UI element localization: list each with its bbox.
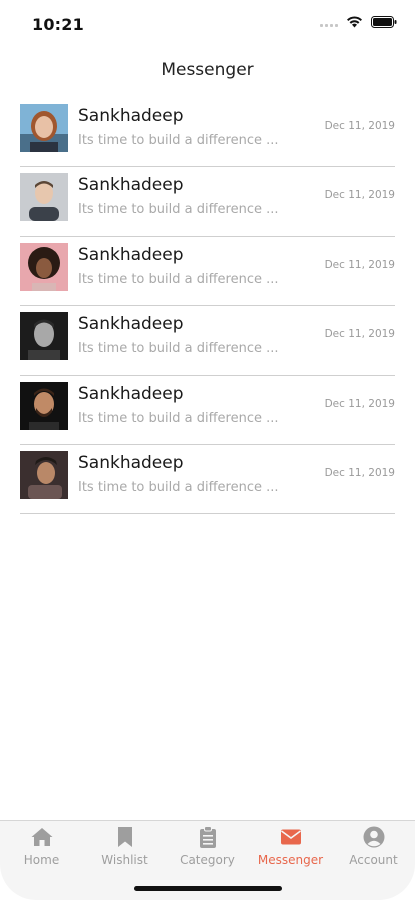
conversation-list: Sankhadeep Its time to build a differenc… xyxy=(20,98,395,515)
conversation-row[interactable]: Sankhadeep Its time to build a differenc… xyxy=(20,98,395,168)
conversation-name: Sankhadeep xyxy=(78,383,184,404)
battery-icon xyxy=(371,16,397,28)
tab-label: Home xyxy=(23,853,60,867)
home-icon xyxy=(31,828,52,846)
avatar-man-bw-icon xyxy=(20,312,68,361)
envelope-icon xyxy=(280,829,301,845)
user-circle-icon xyxy=(363,826,384,848)
conversation-date: Dec 11, 2019 xyxy=(324,189,395,202)
signal-icon xyxy=(320,17,338,27)
conversation-name: Sankhadeep xyxy=(78,452,184,473)
conversation-row[interactable]: Sankhadeep Its time to build a differenc… xyxy=(20,167,395,237)
conversation-date: Dec 11, 2019 xyxy=(324,397,395,410)
tab-home[interactable]: Home xyxy=(0,825,83,867)
status-bar: 10:21 xyxy=(0,0,415,48)
avatar-woman-curly-icon xyxy=(20,242,68,291)
bookmark-icon xyxy=(117,827,132,847)
page-title: Messenger xyxy=(161,60,254,80)
conversation-preview: Its time to build a difference ... xyxy=(78,341,279,357)
conversation-name: Sankhadeep xyxy=(78,244,184,265)
conversation-date: Dec 11, 2019 xyxy=(324,258,395,271)
conversation-row[interactable]: Sankhadeep Its time to build a differenc… xyxy=(20,376,395,445)
tab-messenger[interactable]: Messenger xyxy=(249,825,332,867)
conversation-name: Sankhadeep xyxy=(78,175,184,196)
conversation-preview: Its time to build a difference ... xyxy=(78,271,279,287)
status-icons xyxy=(320,16,397,28)
conversation-preview: Its time to build a difference ... xyxy=(78,410,279,426)
tab-category[interactable]: Category xyxy=(166,825,249,867)
tab-label: Wishlist xyxy=(101,853,148,867)
conversation-date: Dec 11, 2019 xyxy=(324,328,395,341)
tab-label: Category xyxy=(180,853,235,867)
tab-account[interactable]: Account xyxy=(332,825,415,867)
avatar-man-icon xyxy=(20,173,68,222)
conversation-preview: Its time to build a difference ... xyxy=(78,479,279,495)
home-indicator[interactable] xyxy=(134,886,282,891)
conversation-row[interactable]: Sankhadeep Its time to build a differenc… xyxy=(20,237,395,307)
status-time: 10:21 xyxy=(32,15,84,34)
conversation-preview: Its time to build a difference ... xyxy=(78,202,279,218)
wifi-icon xyxy=(347,16,362,28)
avatar-woman-icon xyxy=(20,104,68,152)
conversation-name: Sankhadeep xyxy=(78,106,184,126)
conversation-row[interactable]: Sankhadeep Its time to build a differenc… xyxy=(20,306,395,376)
conversation-date: Dec 11, 2019 xyxy=(324,120,395,132)
clipboard-icon xyxy=(199,826,216,848)
avatar-man-hat-icon xyxy=(20,450,68,499)
conversation-row[interactable]: Sankhadeep Its time to build a differenc… xyxy=(20,445,395,515)
conversation-name: Sankhadeep xyxy=(78,314,184,335)
avatar-man-beard-icon xyxy=(20,381,68,430)
conversation-preview: Its time to build a difference ... xyxy=(78,133,279,148)
tab-label: Account xyxy=(349,853,398,867)
tab-label: Messenger xyxy=(257,853,324,867)
conversation-date: Dec 11, 2019 xyxy=(324,466,395,479)
tab-wishlist[interactable]: Wishlist xyxy=(83,825,166,867)
